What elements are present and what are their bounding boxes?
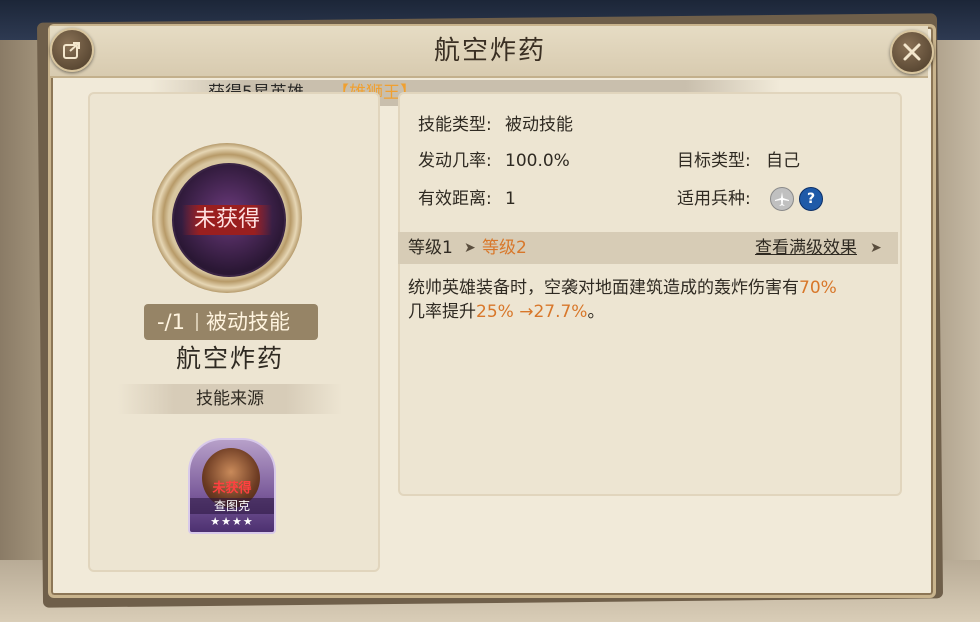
skill-description: 统帅英雄装备时，空袭对地面建筑造成的轰炸伤害有70% 几率提升25% →27.7… bbox=[408, 276, 890, 324]
share-button[interactable] bbox=[50, 28, 94, 72]
skill-type-detail-label: 技能类型: bbox=[418, 115, 492, 135]
target-type-label: 目标类型: bbox=[677, 151, 751, 171]
range-label: 有效距离: bbox=[418, 189, 492, 209]
help-icon[interactable]: ? bbox=[799, 187, 823, 211]
skill-name: 航空炸药 bbox=[175, 344, 284, 373]
chevron-right-icon: ➤ bbox=[870, 240, 882, 256]
target-type-value: 自己 bbox=[766, 151, 800, 171]
skill-type-detail-value: 被动技能 bbox=[505, 115, 573, 135]
description-highlight: 25% bbox=[476, 302, 514, 322]
description-text: 几率提升 bbox=[408, 302, 476, 322]
trigger-rate-value: 100.0% bbox=[505, 151, 570, 171]
skill-status-badge: 未获得 bbox=[182, 205, 272, 235]
close-button[interactable] bbox=[890, 30, 934, 74]
skill-level: -/1 bbox=[156, 310, 185, 334]
description-highlight: →27.7% bbox=[519, 302, 588, 322]
description-highlight: 70% bbox=[799, 278, 837, 298]
skill-type-label: 被动技能 bbox=[206, 310, 290, 334]
share-icon bbox=[63, 42, 80, 59]
hero-card[interactable]: 未获得 查图克 ★★★★ bbox=[188, 438, 276, 534]
description-text: 统帅英雄装备时，空袭对地面建筑造成的轰炸伤害有 bbox=[408, 278, 799, 298]
current-level: 等级1 bbox=[408, 238, 453, 258]
hero-name: 查图克 bbox=[190, 498, 274, 514]
dialog-title: 航空炸药 bbox=[433, 36, 546, 66]
hero-stars: ★★★★ bbox=[210, 515, 254, 528]
hero-status: 未获得 bbox=[212, 481, 252, 496]
next-level: 等级2 bbox=[482, 238, 527, 258]
skill-source-label: 技能来源 bbox=[196, 389, 264, 409]
close-icon bbox=[903, 43, 921, 61]
view-full-level-link[interactable]: 查看满级效果 bbox=[755, 235, 857, 261]
plane-icon[interactable] bbox=[770, 187, 794, 211]
level-arrow-icon: ➤ bbox=[464, 240, 476, 256]
troop-type-label: 适用兵种: bbox=[677, 189, 751, 209]
description-text: 。 bbox=[587, 302, 605, 322]
divider bbox=[196, 313, 198, 331]
range-value: 1 bbox=[505, 189, 516, 209]
trigger-rate-label: 发动几率: bbox=[418, 151, 492, 171]
